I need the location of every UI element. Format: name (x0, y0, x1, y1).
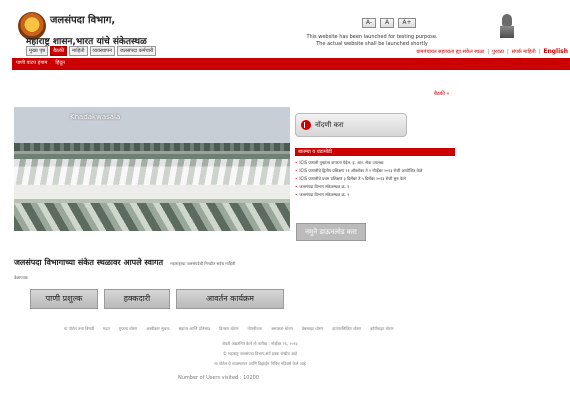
footer-link[interactable]: वेबसाइट धोरण (302, 326, 324, 332)
font-decrease-button[interactable]: A- (362, 18, 376, 28)
footer-link[interactable]: मदत (103, 326, 110, 332)
english-link[interactable]: English (543, 48, 568, 55)
nav-management[interactable]: व्यवस्थापन (89, 46, 115, 56)
more-meetings-link[interactable]: बैठकी » (434, 91, 450, 97)
org-name: जलसंपदा विभाग, (50, 15, 116, 26)
footer-copyright: © महाराष्ट्र जलसंपदा विभाग,सर्व हक्क राख… (222, 351, 298, 356)
download-forms-button[interactable]: नमुने डाऊनलोड करा (296, 223, 366, 241)
footer-credits: या पोर्टल चे व्यवस्थापन आणि डिझाईन निविध… (214, 361, 306, 366)
notice-line-2: The actual website shall be launched sho… (316, 41, 428, 47)
footer-link[interactable]: सहाय्य आणि प्रतिसाद (179, 326, 211, 332)
news-item[interactable]: ICIS प्रणालीचे द्वितीय प्रशिक्षण २१ ऑक्ट… (295, 167, 455, 175)
news-item[interactable]: जलसंपदा विभाग संकेतस्थळ क्र. १ (295, 183, 455, 191)
welcome-title: जलसंपदा विभागाच्या संकेत स्थळावर आपले स्… (14, 258, 164, 267)
nav-staff[interactable]: जलसंपदा कर्मचारी (116, 46, 157, 56)
footer-link[interactable]: वितरण धोरण (219, 326, 238, 332)
footer-links: या पोर्टल तथा विषयी मदत गुप्तता धोरण अस्… (64, 326, 393, 332)
footer-link[interactable]: कॉपीराइट धोरण (370, 326, 393, 332)
register-label: नोंदणी करा (315, 120, 344, 129)
news-item[interactable]: ICIS प्रणालीचे प्रथम प्रशिक्षण ३ डिसेंबर… (295, 175, 455, 183)
footer-link[interactable]: या पोर्टल तथा विषयी (64, 326, 94, 332)
font-increase-button[interactable]: A+ (398, 18, 416, 28)
photo-caption: Khadakwasala (70, 113, 121, 121)
top-links: ग्रामपंचायत सहाय्यता ह्या संकेत स्थळा | … (416, 48, 568, 55)
footer-link[interactable]: अस्वीकार सूचना (146, 326, 169, 332)
national-emblem-icon (500, 14, 514, 40)
rocks (14, 203, 290, 231)
sub-nav: पाणी वाटप हंगाम हिंदूत (16, 60, 65, 66)
news-item[interactable]: ICIS प्रणाली तुम्हांला वापरता येईल. इ. आ… (295, 159, 455, 167)
news-header: बातम्या व घडामोडी (295, 148, 455, 156)
footer-last-updated: शेवटी अद्यतनित केले तो तारीख : नोव्हेंबर… (222, 341, 298, 346)
news-panel: बातम्या व घडामोडी ICIS प्रणाली तुम्हांला… (295, 148, 455, 210)
sub-nav-bar: पाणी वाटप हंगाम हिंदूत (12, 58, 570, 70)
site-header: जलसंपदा विभाग, महाराष्ट्र शासन,भारत यांच… (12, 0, 570, 58)
top-link-supply[interactable]: पुरवठा (492, 49, 504, 55)
font-size-controls: A- A A+ (362, 18, 416, 28)
sub-nav-hindi[interactable]: हिंदूत (55, 60, 64, 66)
font-normal-button[interactable]: A (380, 18, 394, 28)
testing-notice: This website has been launched for testi… (302, 34, 442, 48)
news-list: ICIS प्रणाली तुम्हांला वापरता येईल. इ. आ… (295, 159, 455, 199)
register-icon (301, 120, 311, 130)
action-buttons: पाणी प्रशुल्क हक्कदारी आवर्तन कार्यक्रम (30, 289, 284, 309)
notice-line-1: This website has been launched for testi… (306, 34, 438, 40)
welcome-subtitle: महाराष्ट्राचा जलसंपदेची निगडीत सर्वच माह… (170, 261, 236, 266)
dam-photo: Khadakwasala (14, 107, 290, 231)
footer-link[interactable]: गोपनीयता (247, 326, 261, 332)
nav-information[interactable]: माहिती (69, 46, 88, 56)
main-nav: मुख्य पृष्ठ बैठकी माहिती व्यवस्थापन जलसं… (26, 46, 157, 56)
footer-link[interactable]: अस्पष्टता धोरण (271, 326, 293, 332)
water-tariff-button[interactable]: पाणी प्रशुल्क (30, 289, 98, 309)
rotation-program-button[interactable]: आवर्तन कार्यक्रम (176, 289, 284, 309)
nav-meetings[interactable]: बैठकी (50, 46, 68, 56)
footer-link[interactable]: हायपरलिंकिंग धोरण (332, 326, 361, 332)
top-link-assistance[interactable]: ग्रामपंचायत सहाय्यता ह्या संकेत स्थळा (416, 49, 484, 55)
sub-nav-water-season[interactable]: पाणी वाटप हंगाम (16, 60, 47, 66)
footer-link[interactable]: गुप्तता धोरण (119, 326, 137, 332)
welcome-section: जलसंपदा विभागाच्या संकेत स्थळावर आपले स्… (14, 250, 314, 281)
nav-home[interactable]: मुख्य पृष्ठ (26, 46, 49, 56)
dam-wall (14, 143, 290, 151)
water-spray (14, 159, 290, 185)
visitor-counter: Number of Users visited : 10200 (178, 375, 259, 381)
welcome-line-2: वेळापत्रक (14, 275, 28, 280)
news-item[interactable]: जलसंपदा विभाग संकेतस्थळ क्र. २ (295, 191, 455, 199)
top-link-contact[interactable]: संपर्क माहिती (512, 49, 536, 55)
entitlement-button[interactable]: हक्कदारी (104, 289, 170, 309)
register-button[interactable]: नोंदणी करा (295, 113, 407, 137)
